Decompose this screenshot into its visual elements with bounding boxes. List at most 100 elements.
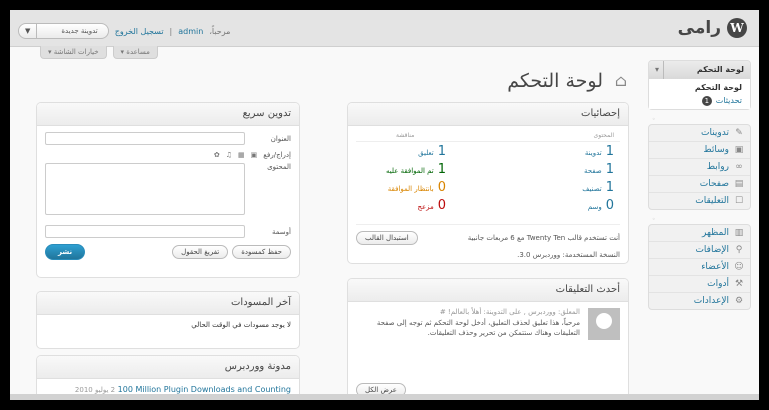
- stat-label[interactable]: وسم: [588, 203, 602, 211]
- menu-label[interactable]: الإعدادات: [694, 293, 729, 309]
- menu-item-settings[interactable]: ⚙ الإعدادات: [649, 293, 750, 309]
- stat-tags[interactable]: 0 وسم: [582, 198, 614, 216]
- footer-bar: [10, 394, 759, 400]
- stat-label[interactable]: مزعج: [417, 203, 433, 211]
- stat-number[interactable]: 0: [438, 198, 446, 213]
- title-label: العنوان: [270, 134, 291, 143]
- menu-label[interactable]: وسائط: [703, 142, 729, 158]
- comment-meta[interactable]: المعلق: ووردبرس , على التدوينة: أهلاً با…: [356, 308, 580, 316]
- stat-number[interactable]: 1: [606, 180, 614, 195]
- news-item: 100 Million Plugin Downloads and Countin…: [45, 385, 291, 394]
- video-icon[interactable]: ▦: [238, 151, 245, 159]
- title-row: العنوان: [45, 132, 291, 145]
- help-tab[interactable]: مساعدة ▾: [112, 46, 158, 59]
- image-icon[interactable]: ▣: [251, 151, 258, 159]
- menu-dashboard-label[interactable]: لوحة التحكم: [697, 61, 744, 79]
- stat-label[interactable]: تصنيف: [582, 185, 602, 193]
- widget-title[interactable]: أحدث التعليقات: [348, 279, 628, 302]
- site-title[interactable]: رامی: [678, 18, 721, 38]
- stat-comments[interactable]: 1 تعليق: [386, 144, 446, 162]
- menu-label[interactable]: روابط: [707, 159, 729, 175]
- widget-title[interactable]: تدوين سريع: [37, 103, 299, 126]
- link-icon: ∞: [735, 162, 743, 172]
- media-icon[interactable]: ✿: [214, 151, 220, 159]
- reset-button[interactable]: تفريغ الحقول: [172, 245, 229, 259]
- stats-grid: 1 تدوينة 1 صفحة 1 تصنيف 0 وسم 1 تعليق 1 تم الم…: [356, 142, 620, 216]
- chevron-down-icon[interactable]: ▼: [19, 24, 38, 38]
- menu-label[interactable]: أدوات: [707, 276, 729, 292]
- chevron-down-icon[interactable]: ▾: [655, 61, 665, 79]
- page-title: ⌂ لوحة التحكم: [507, 70, 627, 92]
- widget-title[interactable]: آخر المسودات: [37, 292, 299, 315]
- publish-button[interactable]: نشر: [45, 244, 86, 260]
- stat-pending[interactable]: 0 بانتظار الموافقة: [386, 180, 446, 198]
- menu-item-users[interactable]: ☺ الأعضاء: [649, 259, 750, 276]
- menu-separator: ◦: [652, 116, 656, 123]
- media-icon: ▣: [734, 145, 744, 155]
- logout-link[interactable]: تسجيل الخروج: [115, 27, 164, 36]
- submenu-updates[interactable]: تحديثات 1: [657, 94, 742, 107]
- stat-number[interactable]: 0: [438, 180, 446, 195]
- stat-categories[interactable]: 1 تصنيف: [582, 180, 614, 198]
- submenu-updates-label[interactable]: تحديثات: [716, 94, 742, 107]
- quickpress-widget: تدوين سريع العنوان إدراج/رفع ▣ ▦ ♫ ✿ الم…: [36, 102, 300, 278]
- favorite-action-label[interactable]: تدوينة جديدة: [37, 27, 107, 35]
- menu-item-plugins[interactable]: ⚲ الإضافات: [649, 242, 750, 259]
- menu-label[interactable]: صفحات: [700, 176, 729, 192]
- content-row: المحتوى: [45, 163, 291, 215]
- audio-icon[interactable]: ♫: [226, 151, 232, 159]
- menu-item-media[interactable]: ▣ وسائط: [649, 142, 750, 159]
- screen-options-tab[interactable]: خيارات الشاشة ▾: [40, 46, 107, 59]
- stat-number[interactable]: 1: [438, 162, 446, 177]
- menu-item-appearance[interactable]: ▥ المظهر: [649, 225, 750, 242]
- wordpress-icon: W: [727, 18, 747, 38]
- menu-group-dashboard: لوحة التحكم ▾ لوحة التحكم تحديثات 1: [648, 60, 751, 110]
- column-header-content: المحتوى: [593, 132, 614, 139]
- stat-label[interactable]: صفحة: [584, 167, 602, 175]
- stat-label[interactable]: تدوينة: [585, 149, 602, 157]
- menu-label[interactable]: الأعضاء: [701, 259, 729, 275]
- users-icon: ☺: [734, 262, 744, 272]
- save-draft-button[interactable]: حفظ كمسودة: [232, 245, 291, 259]
- menu-item-comments[interactable]: ☐ التعليقات: [649, 193, 750, 209]
- submenu-dashboard[interactable]: لوحة التحكم: [657, 81, 742, 94]
- menu-item-posts[interactable]: ✎ تدوينات: [649, 125, 750, 142]
- content-textarea[interactable]: [45, 163, 245, 215]
- stat-number[interactable]: 1: [606, 144, 614, 159]
- widget-title[interactable]: مدونة ووردبرس: [37, 356, 299, 379]
- menu-item-links[interactable]: ∞ روابط: [649, 159, 750, 176]
- title-input[interactable]: [45, 132, 245, 145]
- menu-label[interactable]: تدوينات: [701, 125, 729, 141]
- stat-number[interactable]: 0: [606, 198, 614, 213]
- site-logo[interactable]: W رامی: [678, 18, 747, 38]
- news-link[interactable]: 100 Million Plugin Downloads and Countin…: [118, 385, 291, 394]
- stat-label[interactable]: بانتظار الموافقة: [388, 185, 434, 193]
- plugin-icon: ⚲: [735, 245, 743, 255]
- recent-comments-widget: أحدث التعليقات المعلق: ووردبرس , على الت…: [347, 278, 629, 400]
- page-icon: ▤: [734, 179, 744, 189]
- stat-pages[interactable]: 1 صفحة: [582, 162, 614, 180]
- stat-label[interactable]: تعليق: [418, 149, 434, 157]
- stat-number[interactable]: 1: [606, 162, 614, 177]
- favorite-actions-dropdown[interactable]: تدوينة جديدة ▼: [18, 23, 109, 39]
- stat-approved[interactable]: 1 تم الموافقة عليه: [386, 162, 446, 180]
- username-link[interactable]: admin: [178, 27, 203, 36]
- tags-input[interactable]: [45, 225, 245, 238]
- stat-posts[interactable]: 1 تدوينة: [582, 144, 614, 162]
- change-theme-button[interactable]: استبدال القالب: [356, 231, 418, 245]
- stat-number[interactable]: 1: [438, 144, 446, 159]
- pin-icon: ✎: [735, 128, 743, 138]
- news-date: 2 يوليو 2010: [74, 386, 116, 394]
- menu-item-tools[interactable]: ⚒ أدوات: [649, 276, 750, 293]
- comment-text: مرحباً، هذا تعليق لحذف التعليق، أدخل لوح…: [376, 319, 580, 337]
- dashboard-window: W رامی مرحباً، admin | تسجيل الخروج تدوي…: [10, 10, 759, 400]
- menu-item-dashboard[interactable]: لوحة التحكم ▾: [649, 61, 750, 79]
- avatar: [588, 308, 620, 340]
- menu-label[interactable]: الإضافات: [695, 242, 729, 258]
- menu-label[interactable]: المظهر: [702, 225, 729, 241]
- stat-spam[interactable]: 0 مزعج: [386, 198, 446, 216]
- menu-label[interactable]: التعليقات: [695, 193, 729, 209]
- menu-item-pages[interactable]: ▤ صفحات: [649, 176, 750, 193]
- widget-title[interactable]: إحصائيات: [348, 103, 628, 126]
- stat-label[interactable]: تم الموافقة عليه: [386, 167, 434, 175]
